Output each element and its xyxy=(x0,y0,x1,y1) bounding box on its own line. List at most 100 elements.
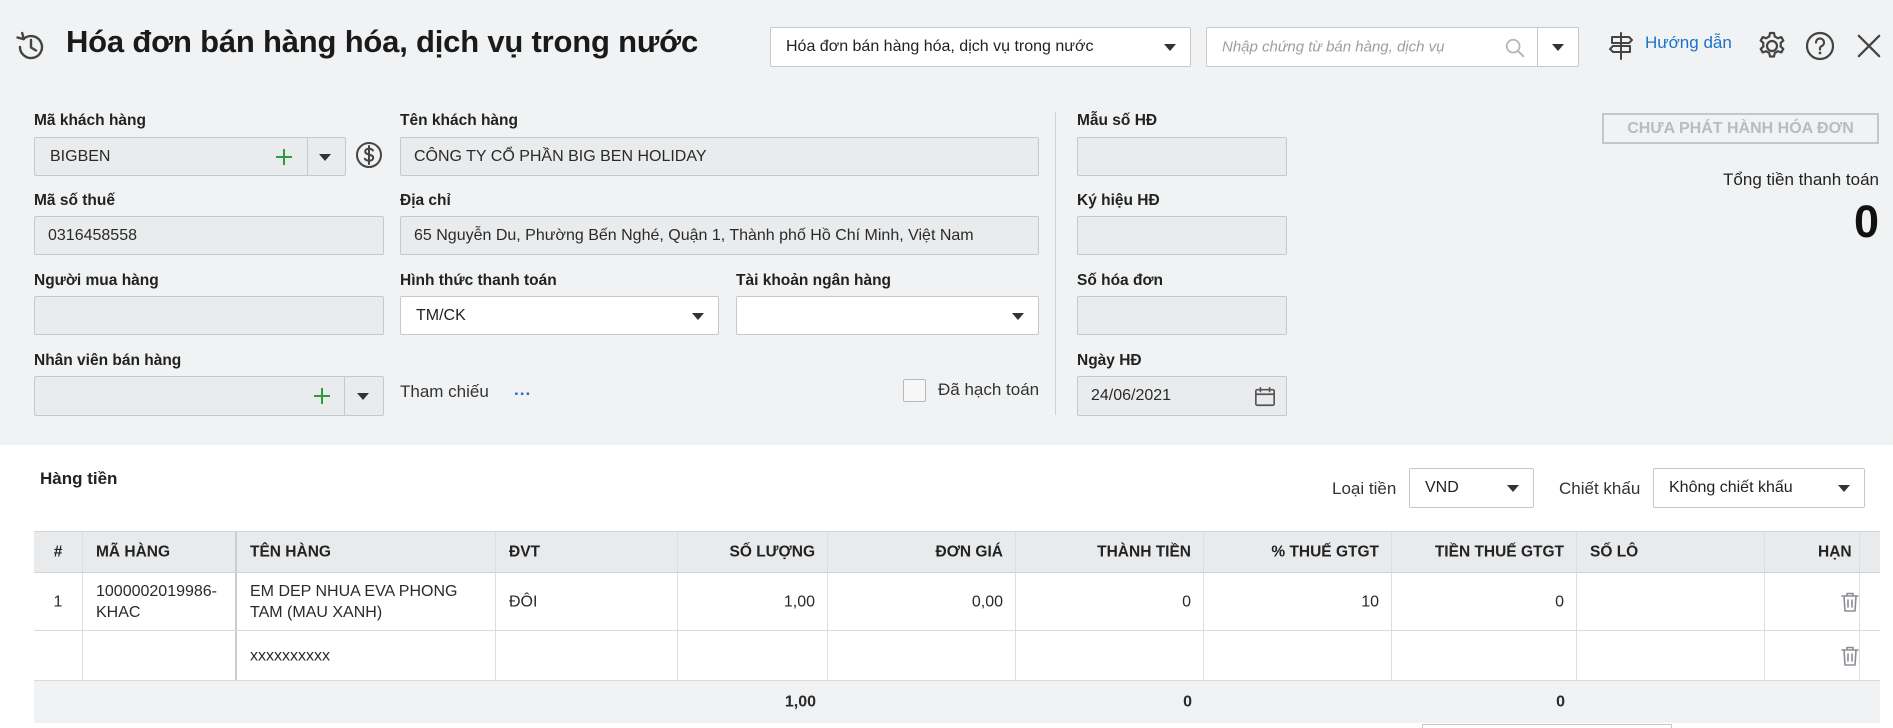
customer-code-field[interactable]: BIGBEN xyxy=(34,137,346,176)
column-header[interactable]: MÃ HÀNG xyxy=(83,532,237,572)
chevron-down-icon xyxy=(692,312,704,320)
chevron-down-icon xyxy=(1507,485,1519,492)
trash-icon[interactable] xyxy=(1840,645,1860,667)
voucher-search[interactable]: Nhập chứng từ bán hàng, dịch vụ xyxy=(1206,27,1579,67)
calendar-icon[interactable] xyxy=(1254,386,1276,408)
pager-box[interactable] xyxy=(1422,724,1672,728)
customer-name-field[interactable]: CÔNG TY CỔ PHẦN BIG BEN HOLIDAY xyxy=(400,137,1039,176)
table-cell[interactable]: 10 xyxy=(1204,573,1392,630)
invoice-date-label: Ngày HĐ xyxy=(1077,352,1142,369)
table-cell[interactable] xyxy=(496,631,678,680)
table-cell[interactable] xyxy=(678,631,828,680)
history-icon[interactable] xyxy=(14,30,48,64)
chevron-down-icon[interactable] xyxy=(1552,44,1564,51)
table-cell-text: ĐÔI xyxy=(509,593,538,610)
column-header[interactable]: % THUẾ GTGT xyxy=(1204,532,1392,572)
payment-method-select[interactable]: TM/CK xyxy=(400,296,719,335)
table-cell[interactable]: 1000002019986-KHAC xyxy=(83,573,237,630)
table-cell[interactable] xyxy=(828,631,1016,680)
search-input[interactable]: Nhập chứng từ bán hàng, dịch vụ xyxy=(1222,39,1445,56)
separator xyxy=(344,377,345,415)
reference-link[interactable]: ... xyxy=(514,380,531,400)
customer-name-value: CÔNG TY CỔ PHẦN BIG BEN HOLIDAY xyxy=(414,147,707,165)
dollar-circle-icon[interactable] xyxy=(355,141,383,169)
table-cell[interactable]: ĐÔI xyxy=(496,573,678,630)
table-cell-text: EM DEP NHUA EVA PHONG TAM (MAU XANH) xyxy=(250,582,458,621)
trash-icon[interactable] xyxy=(1840,591,1860,613)
customer-code-label: Mã khách hàng xyxy=(34,112,146,129)
invoice-number-field[interactable] xyxy=(1077,296,1287,335)
table-cell[interactable] xyxy=(1577,573,1765,630)
total-payment-label: Tổng tiền thanh toán xyxy=(1723,170,1879,189)
table-cell[interactable]: 0 xyxy=(1392,681,1577,723)
table-row[interactable]: xxxxxxxxxx xyxy=(34,631,1880,681)
search-icon[interactable] xyxy=(1504,37,1526,59)
help-guide-icon[interactable] xyxy=(1607,31,1635,61)
table-cell[interactable] xyxy=(34,631,83,680)
table-cell-text: TIỀN THUẾ GTGT xyxy=(1434,543,1564,561)
column-header[interactable]: # xyxy=(34,532,83,572)
table-cell-text: 1,00 xyxy=(783,593,815,610)
column-header[interactable]: SỐ LÔ xyxy=(1577,532,1765,572)
posted-checkbox[interactable] xyxy=(903,379,926,402)
buyer-label: Người mua hàng xyxy=(34,272,159,289)
table-cell[interactable] xyxy=(1392,631,1577,680)
table-cell[interactable]: 0 xyxy=(1392,573,1577,630)
invoice-number-label: Số hóa đơn xyxy=(1077,272,1163,289)
salesperson-field[interactable] xyxy=(34,376,384,416)
gear-icon[interactable] xyxy=(1756,30,1788,62)
column-header[interactable]: SỐ LƯỢNG xyxy=(678,532,828,572)
tax-code-label: Mã số thuế xyxy=(34,192,115,209)
page-title: Hóa đơn bán hàng hóa, dịch vụ trong nước xyxy=(66,24,699,59)
table-header: # MÃ HÀNG TÊN HÀNG ĐVT SỐ LƯỢNG ĐƠN GIÁ … xyxy=(34,531,1880,573)
table-cell-text: TÊN HÀNG xyxy=(250,543,331,561)
column-header[interactable]: THÀNH TIỀN xyxy=(1016,532,1204,572)
table-cell[interactable] xyxy=(1204,631,1392,680)
table-footer-totals: 1,00 0 0 xyxy=(34,681,1880,723)
buyer-field[interactable] xyxy=(34,296,384,335)
table-cell[interactable]: 0 xyxy=(1016,681,1204,723)
publish-invoice-button[interactable]: CHƯA PHÁT HÀNH HÓA ĐƠN xyxy=(1602,113,1879,144)
column-header[interactable]: ĐƠN GIÁ xyxy=(828,532,1016,572)
table-cell[interactable]: 0 xyxy=(1016,573,1204,630)
column-header[interactable]: HẠN xyxy=(1765,532,1860,572)
help-link[interactable]: Hướng dẫn xyxy=(1645,33,1732,53)
table-cell[interactable] xyxy=(83,631,237,680)
table-row[interactable]: 1 1000002019986-KHAC EM DEP NHUA EVA PHO… xyxy=(34,573,1880,631)
table-cell-text: % THUẾ GTGT xyxy=(1271,543,1379,561)
invoice-template-field[interactable] xyxy=(1077,137,1287,176)
discount-select[interactable]: Không chiết khấu xyxy=(1653,468,1865,508)
column-header[interactable]: ĐVT xyxy=(496,532,678,572)
address-field[interactable]: 65 Nguyễn Du, Phường Bến Nghé, Quận 1, T… xyxy=(400,216,1039,255)
address-label: Địa chỉ xyxy=(400,192,451,209)
table-cell[interactable]: 1,00 xyxy=(678,573,828,630)
table-cell[interactable] xyxy=(1016,631,1204,680)
invoice-date-field[interactable]: 24/06/2021 xyxy=(1077,376,1287,416)
reference-label: Tham chiếu xyxy=(400,382,489,401)
table-cell[interactable] xyxy=(1577,631,1765,680)
table-cell-text: xxxxxxxxxx xyxy=(250,647,330,664)
bank-account-select[interactable] xyxy=(736,296,1039,335)
column-header[interactable]: TÊN HÀNG xyxy=(237,532,496,572)
table-cell[interactable]: xxxxxxxxxx xyxy=(237,631,496,680)
salesperson-label: Nhân viên bán hàng xyxy=(34,352,182,369)
invoice-symbol-field[interactable] xyxy=(1077,216,1287,255)
add-salesperson-icon[interactable] xyxy=(314,388,330,404)
column-header[interactable]: TIỀN THUẾ GTGT xyxy=(1392,532,1577,572)
add-customer-icon[interactable] xyxy=(276,149,292,165)
table-cell-text: MÃ HÀNG xyxy=(96,543,171,561)
table-cell[interactable]: 0,00 xyxy=(828,573,1016,630)
chevron-down-icon[interactable] xyxy=(319,153,331,161)
voucher-type-select[interactable]: Hóa đơn bán hàng hóa, dịch vụ trong nước xyxy=(770,27,1191,67)
invoice-template-label: Mẫu số HĐ xyxy=(1077,112,1158,129)
table-cell[interactable]: EM DEP NHUA EVA PHONG TAM (MAU XANH) xyxy=(237,573,496,630)
question-icon[interactable] xyxy=(1804,30,1836,62)
tax-code-field[interactable]: 0316458558 xyxy=(34,216,384,255)
chevron-down-icon[interactable] xyxy=(357,393,369,400)
total-amount: 0 xyxy=(1183,693,1192,711)
table-cell[interactable]: 1,00 xyxy=(678,681,828,723)
close-icon[interactable] xyxy=(1856,33,1882,59)
currency-select[interactable]: VND xyxy=(1409,468,1534,508)
table-cell[interactable]: 1 xyxy=(34,573,83,630)
currency-label: Loại tiền xyxy=(1332,479,1397,498)
